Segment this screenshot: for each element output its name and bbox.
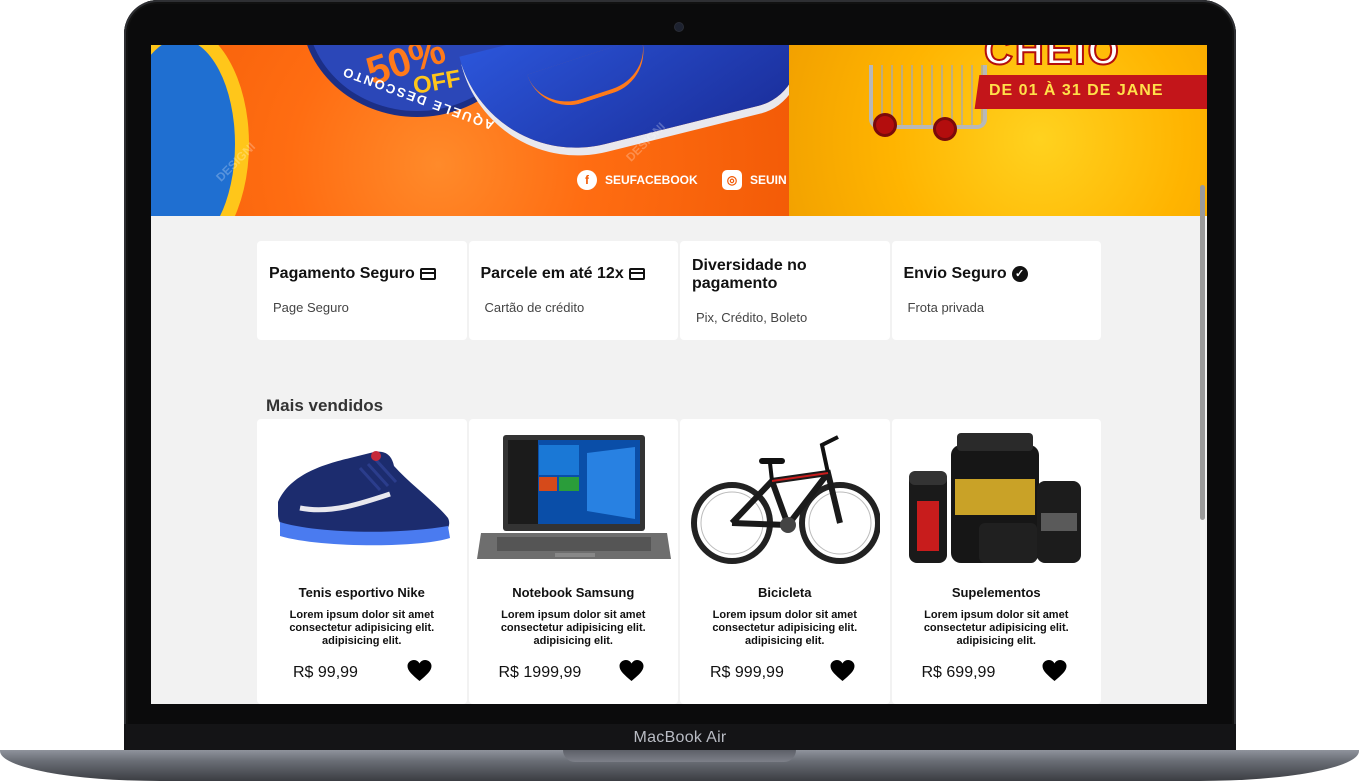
- promo-banner-right: CHEIO DE 01 À 31 DE JANE: [789, 45, 1207, 216]
- feature-title: Envio Seguro: [903, 265, 1007, 282]
- feature-card: Pagamento Seguro Page Seguro: [257, 241, 467, 340]
- camera-icon: [675, 23, 683, 31]
- product-description: Lorem ipsum dolor sit amet consectetur a…: [500, 609, 646, 647]
- product-card[interactable]: Notebook Samsung Lorem ipsum dolor sit a…: [468, 419, 679, 704]
- device-label: MacBook Air: [633, 729, 727, 746]
- feature-subtitle: Page Seguro: [273, 300, 349, 315]
- supplements-image[interactable]: [900, 427, 1094, 570]
- product-card[interactable]: Tenis esportivo Nike Lorem ipsum dolor s…: [257, 419, 467, 704]
- product-description: Lorem ipsum dolor sit amet consectetur a…: [712, 609, 858, 647]
- feature-subtitle: Frota privada: [907, 300, 985, 315]
- instagram-icon: ◎: [722, 170, 742, 190]
- product-price: R$ 99,99: [293, 664, 358, 681]
- laptop-notch: [563, 750, 796, 762]
- sneaker-image[interactable]: [265, 427, 459, 570]
- feature-subtitle: Cartão de crédito: [484, 300, 585, 315]
- product-description: Lorem ipsum dolor sit amet consectetur a…: [289, 609, 435, 647]
- product-card[interactable]: Bicicleta Lorem ipsum dolor sit amet con…: [680, 419, 890, 704]
- facebook-icon: f: [577, 170, 597, 190]
- favorite-button[interactable]: [407, 659, 433, 683]
- social-facebook-label: SEUFACEBOOK: [605, 173, 698, 187]
- heart-icon: [830, 660, 855, 681]
- heart-icon: [407, 660, 432, 681]
- laptop-image[interactable]: [476, 427, 671, 570]
- product-name[interactable]: Bicicleta: [680, 585, 890, 600]
- favorite-button[interactable]: [618, 659, 644, 683]
- feature-subtitle: Pix, Crédito, Boleto: [696, 310, 808, 325]
- check-circle-icon: ✓: [1011, 266, 1028, 282]
- product-card[interactable]: Supelementos Lorem ipsum dolor sit amet …: [891, 419, 1102, 704]
- feature-card: Parcele em até 12x Cartão de crédito: [468, 241, 678, 340]
- feature-title: Pagamento Seguro: [269, 265, 415, 282]
- social-instagram[interactable]: ◎ SEUIN: [722, 170, 787, 190]
- browser-viewport: 50% OFF AQUELE DESCONTO DESIGNI DESIGNI …: [151, 45, 1207, 704]
- page-scrollbar[interactable]: [1200, 185, 1205, 520]
- social-facebook[interactable]: f SEUFACEBOOK: [577, 170, 698, 190]
- feature-card: Envio Seguro ✓ Frota privada: [891, 241, 1101, 340]
- product-description: Lorem ipsum dolor sit amet consectetur a…: [923, 609, 1069, 647]
- banner-dates: DE 01 À 31 DE JANE: [989, 82, 1164, 99]
- social-instagram-label: SEUIN: [750, 173, 787, 187]
- product-price: R$ 699,99: [921, 664, 996, 681]
- product-grid: Tenis esportivo Nike Lorem ipsum dolor s…: [257, 419, 1101, 704]
- bicycle-image[interactable]: [688, 427, 882, 570]
- laptop-chin: MacBook Air: [124, 724, 1236, 752]
- heart-icon: [619, 660, 643, 681]
- credit-card-icon: [628, 268, 645, 280]
- favorite-button[interactable]: [830, 659, 856, 683]
- product-price: R$ 1999,99: [498, 664, 582, 681]
- product-price: R$ 999,99: [710, 664, 784, 681]
- product-name[interactable]: Supelementos: [892, 585, 1102, 600]
- product-name[interactable]: Tenis esportivo Nike: [257, 585, 467, 600]
- feature-card: Diversidade no pagamento Pix, Crédito, B…: [680, 241, 890, 340]
- heart-icon: [1042, 660, 1066, 681]
- banner-headline: CHEIO: [983, 45, 1121, 74]
- section-title: Mais vendidos: [266, 396, 384, 415]
- promo-banner-carousel[interactable]: 50% OFF AQUELE DESCONTO DESIGNI DESIGNI …: [151, 45, 1207, 216]
- promo-banner-left: 50% OFF AQUELE DESCONTO DESIGNI DESIGNI …: [151, 45, 809, 216]
- product-name[interactable]: Notebook Samsung: [469, 585, 679, 600]
- features-row: Pagamento Seguro Page Seguro Parcele em …: [257, 241, 1101, 340]
- feature-title: Diversidade no pagamento: [692, 257, 807, 292]
- credit-card-icon: [419, 268, 436, 280]
- favorite-button[interactable]: [1041, 659, 1067, 683]
- feature-title: Parcele em até 12x: [480, 265, 624, 282]
